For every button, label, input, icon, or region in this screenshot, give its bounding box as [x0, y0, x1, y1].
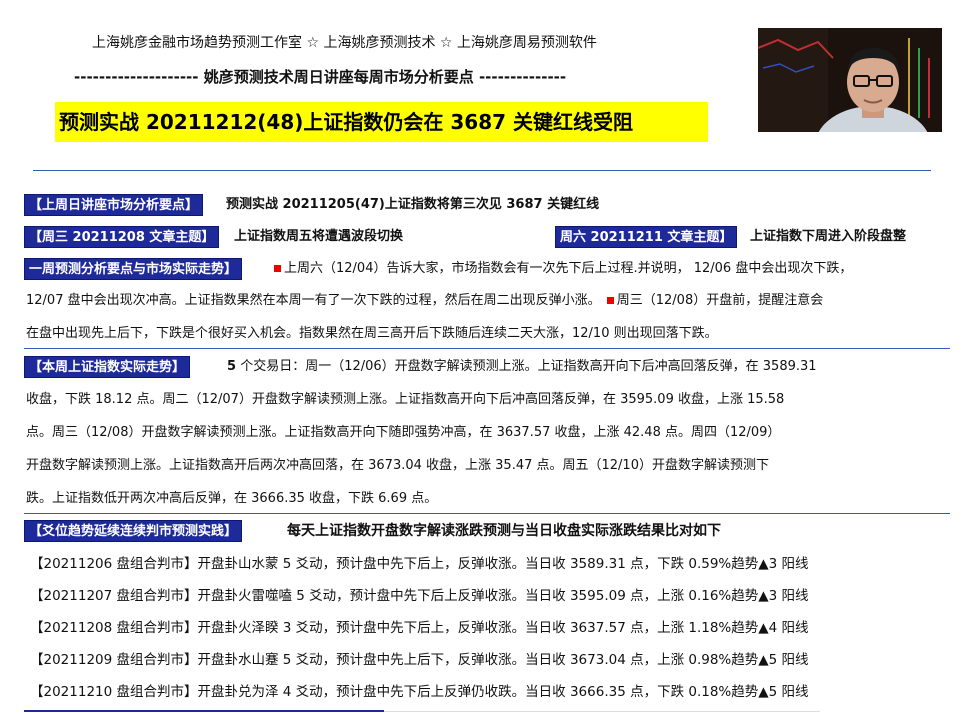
divider [24, 513, 950, 514]
subtitle: -------------------- 姚彦预测技术周日讲座每周市场分析要点 … [74, 68, 567, 86]
actual-trend-line5: 跌。上证指数低开两次冲高后反弹，在 3666.35 收盘，下跌 6.69 点。 [26, 491, 438, 506]
weekly-prediction-line3: 在盘中出现先上后下，下跌是个很好买入机会。指数果然在周三高开后下跌随后连续二天大… [26, 326, 718, 341]
actual-trend-line2: 收盘，下跌 18.12 点。周二（12/07）开盘数字解读预测上涨。上证指数高开… [26, 392, 785, 407]
actual-trend-line4: 开盘数字解读预测上涨。上证指数高开后两次冲高回落，在 3673.04 收盘，上涨… [26, 458, 769, 473]
studio-line: 上海姚彦金融市场趋势预测工作室 ☆ 上海姚彦预测技术 ☆ 上海姚彦周易预测软件 [92, 35, 597, 51]
saturday-text: 上证指数下周进入阶段盘整 [750, 229, 907, 244]
actual-trend-line1: 5 个交易日：周一（12/06）开盘数字解读预测上涨。上证指数高开向下后冲高回落… [227, 359, 817, 374]
presenter-photo [758, 28, 942, 132]
bullet-icon [274, 264, 281, 272]
weekly-prediction-tag: 一周预测分析要点与市场实际走势】 [24, 258, 243, 280]
weekly-prediction-line1: 上周六（12/04）告诉大家，市场指数会有一次先下后上过程.并说明， 12/06… [272, 257, 852, 281]
yao-section-text: 每天上证指数开盘数字解读涨跌预测与当日收盘实际涨跌结果比对如下 [287, 523, 721, 539]
wednesday-tag: 【周三 20211208 文章主题】 [24, 226, 220, 248]
last-week-tag: 【上周日讲座市场分析要点】 [24, 194, 204, 216]
bottom-rule [24, 710, 384, 712]
divider [33, 170, 931, 171]
actual-trend-line3: 点。周三（12/08）开盘数字解读预测上涨。上证指数高开向下随即强势冲高，在 3… [26, 425, 781, 440]
yao-section-tag: 【爻位趋势延续连续判市预测实践】 [24, 520, 243, 542]
wednesday-text: 上证指数周五将遭遇波段切换 [234, 229, 404, 244]
bullet-icon [606, 296, 614, 304]
saturday-tag: 周六 20211211 文章主题】 [555, 226, 738, 248]
weekly-prediction-line2: 12/07 盘中会出现次冲高。上证指数果然在本周一有了一次下跌的过程，然后在周二… [26, 293, 824, 308]
daily-record: 【20211209 盘组合判市】开盘卦水山蹇 5 爻动，预计盘中先上后下，反弹收… [30, 652, 809, 668]
daily-record: 【20211210 盘组合判市】开盘卦兑为泽 4 爻动，预计盘中先下后上反弹仍收… [30, 684, 809, 700]
daily-record: 【20211208 盘组合判市】开盘卦火泽睽 3 爻动，预计盘中先下后上，反弹收… [30, 620, 809, 636]
bottom-rule-light [384, 711, 820, 712]
daily-record: 【20211206 盘组合判市】开盘卦山水蒙 5 爻动，预计盘中先下后上，反弹收… [30, 556, 809, 572]
actual-trend-tag: 【本周上证指数实际走势】 [24, 356, 191, 378]
daily-record: 【20211207 盘组合判市】开盘卦火雷噬嗑 5 爻动，预计盘中先下后上反弹收… [30, 588, 809, 604]
last-week-text: 预测实战 20211205(47)上证指数将第三次见 3687 关键红线 [226, 197, 600, 212]
page-title: 预测实战 20211212(48)上证指数仍会在 3687 关键红线受阻 [55, 102, 708, 142]
divider [24, 348, 950, 349]
